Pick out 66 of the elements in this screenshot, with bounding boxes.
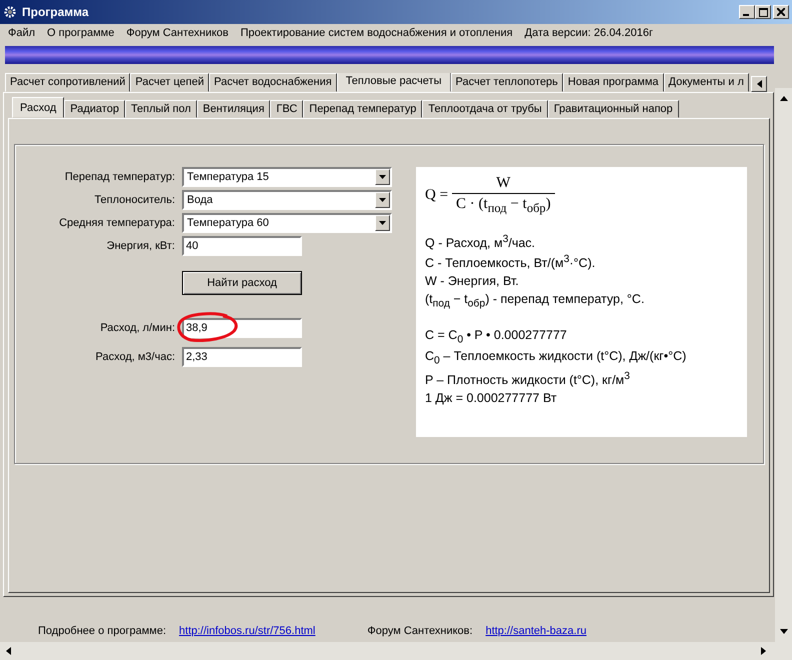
field-label: Теплоноситель: — [93, 194, 175, 206]
dropdown-arrow-icon — [379, 198, 386, 202]
tab[interactable]: Документы и л — [664, 73, 749, 92]
tab[interactable]: Теплоотдача от трубы — [422, 100, 548, 118]
up-arrow-icon — [780, 96, 788, 101]
input-field[interactable]: 2,33 — [182, 347, 302, 367]
close-icon — [777, 8, 785, 16]
formula-text: P – Плотность жидкости (t°C), кг/м$^{3}$ — [425, 370, 631, 387]
scroll-left-button[interactable] — [751, 76, 767, 92]
tab[interactable]: Расчет сопротивлений — [5, 73, 130, 92]
input-field[interactable]: 38,9 — [182, 318, 302, 338]
tab[interactable]: Новая программа — [562, 73, 664, 92]
link[interactable]: http://santeh-baza.ru — [486, 625, 586, 637]
tab[interactable]: Гравитационный напор — [548, 100, 679, 118]
formula-text: W - Энергия, Вт. — [425, 274, 520, 288]
menu-item[interactable]: Файл — [2, 27, 42, 39]
formula-text: C$_{0}$ – Теплоемкость жидкости (t°C), Дж/(кг•°C) — [425, 349, 688, 367]
close-button[interactable] — [773, 5, 789, 19]
menu-item[interactable]: Дата версии: 26.04.2016г — [518, 27, 659, 39]
tab[interactable]: Радиатор — [64, 100, 125, 118]
tab[interactable]: Теплый пол — [124, 100, 197, 118]
formula-text: W — [452, 175, 555, 194]
window-title: Программа — [22, 5, 89, 19]
minimize-button[interactable] — [739, 5, 755, 19]
tab[interactable]: Вентиляция — [196, 100, 270, 118]
maximize-icon — [758, 8, 768, 16]
tab[interactable]: Тепловые расчеты — [336, 73, 450, 92]
dropdown[interactable]: Температура 15 — [182, 167, 392, 187]
field-label: Средняя температура: — [58, 217, 175, 229]
link[interactable]: http://infobos.ru/str/756.html — [179, 625, 316, 637]
left-arrow-icon — [6, 647, 11, 655]
down-arrow-icon — [780, 629, 788, 634]
dropdown[interactable]: Вода — [182, 190, 392, 210]
vertical-scrollbar[interactable] — [774, 88, 792, 642]
field-label: Расход, л/мин: — [99, 322, 175, 334]
footer-label: Форум Сантехников: — [367, 625, 473, 637]
tab[interactable]: Расчет водоснабжения — [208, 73, 337, 92]
horizontal-scrollbar[interactable] — [0, 642, 792, 660]
formula-text: Q - Расход, м$^{3}$/час. — [425, 234, 536, 250]
tab[interactable]: Перепад температур — [303, 100, 422, 118]
field-label: Энергия, кВт: — [106, 240, 175, 252]
menu-item[interactable]: О программе — [41, 27, 120, 39]
formula-text: C · (t$_{под}$ − t$_{обр}$) — [455, 195, 552, 216]
left-arrow-icon — [756, 80, 762, 88]
maximize-button[interactable] — [755, 5, 771, 19]
tab[interactable]: Расчет теплопотерь — [450, 73, 563, 92]
find-button[interactable]: Найти расход — [182, 271, 302, 295]
field-label: Перепад температур: — [64, 171, 175, 183]
formula-text: 1 Дж = 0.000277777 Вт — [425, 390, 558, 405]
field-label: Расход, м3/час: — [94, 351, 175, 363]
formula-text: Q = — [425, 187, 448, 204]
dropdown-arrow-icon — [379, 175, 386, 179]
right-arrow-icon — [761, 647, 766, 655]
formula-text: C - Теплоемкость, Вт/(м$^{3}$·°C). — [425, 254, 596, 270]
dropdown[interactable]: Температура 60 — [182, 213, 392, 233]
tab[interactable]: ГВС — [270, 100, 304, 118]
tab[interactable]: Расчет цепей — [130, 73, 209, 92]
gear-icon — [3, 5, 17, 19]
dropdown-arrow-icon — [379, 221, 386, 225]
formula-text: C = C$_{0}$ • P • 0.000277777 — [425, 328, 568, 346]
input-field[interactable]: 40 — [182, 236, 302, 256]
tab[interactable]: Расход — [12, 97, 64, 118]
menu-item[interactable]: Проектирование систем водоснабжения и отопления — [234, 27, 519, 39]
formula-text: (t$_{под}$ − t$_{обр}$) - перепад температур, °C. — [425, 292, 646, 310]
menu-item[interactable]: Форум Сантехников — [120, 27, 234, 39]
footer-label: Подробнее о программе: — [38, 625, 166, 637]
